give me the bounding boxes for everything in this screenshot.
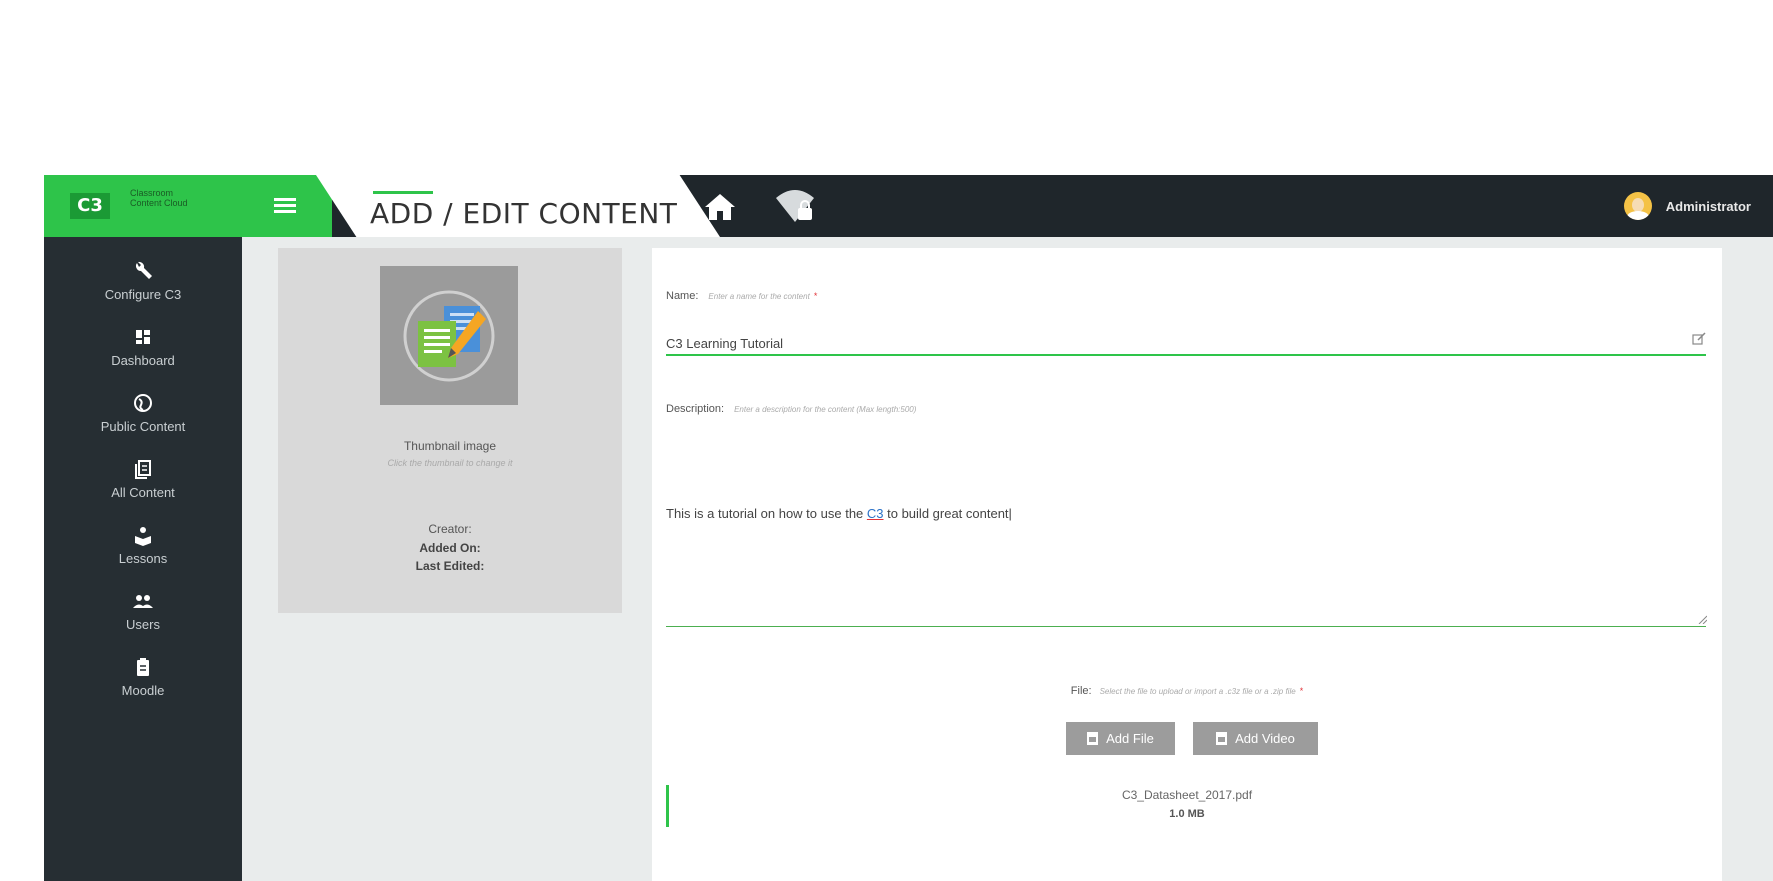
- last-edited-label: Last Edited:: [415, 559, 485, 573]
- app-window: C3 Classroom Content Cloud ADD / EDIT CO…: [44, 175, 1773, 881]
- document-edit-icon: [403, 290, 495, 382]
- c3-logo: C3: [70, 193, 110, 219]
- user-name: Administrator: [1665, 198, 1751, 214]
- users-icon: [133, 595, 153, 608]
- wifi-lock-icon[interactable]: [774, 188, 816, 224]
- sidebar-item-all-content[interactable]: All Content: [44, 457, 242, 519]
- description-label: Description:: [666, 403, 725, 415]
- brand[interactable]: C3 Classroom Content Cloud: [44, 175, 242, 237]
- resize-handle-icon[interactable]: [1697, 614, 1707, 624]
- thumbnail-card: Thumbnail image Click the thumbnail to c…: [278, 248, 622, 613]
- sidebar-item-label: Lessons: [118, 551, 168, 566]
- added-on-label: Added On:: [419, 541, 481, 555]
- thumbnail-image[interactable]: [380, 266, 518, 405]
- page-title: ADD / EDIT CONTENT: [370, 197, 678, 230]
- globe-icon: [134, 394, 152, 412]
- sidebar-item-users[interactable]: Users: [44, 589, 242, 651]
- clipboard-icon: [137, 658, 149, 676]
- file-hint: Select the file to upload or import a .c…: [1099, 687, 1296, 696]
- sidebar-item-configure[interactable]: Configure C3: [44, 259, 242, 321]
- library-icon: [135, 460, 151, 479]
- file-label-row: File: Select the file to upload or import…: [652, 685, 1722, 697]
- add-video-label: Add Video: [1235, 731, 1295, 746]
- content-form: Name:Enter a name for the content* Descr…: [652, 248, 1722, 881]
- creator-label: Creator:: [428, 522, 472, 536]
- name-label: Name:: [666, 290, 699, 302]
- page-title-tab: ADD / EDIT CONTENT: [316, 175, 720, 237]
- description-textarea[interactable]: This is a tutorial on how to use the C3 …: [666, 506, 1706, 627]
- required-mark: *: [1299, 686, 1304, 696]
- sidebar-item-moodle[interactable]: Moodle: [44, 655, 242, 717]
- required-mark: *: [813, 291, 818, 301]
- description-text-end: to build great content|: [883, 506, 1012, 521]
- sidebar-item-label: All Content: [111, 485, 175, 500]
- sidebar-item-lessons[interactable]: Lessons: [44, 523, 242, 585]
- add-file-label: Add File: [1106, 731, 1154, 746]
- edit-icon[interactable]: [1692, 332, 1706, 346]
- sidebar: Configure C3 Dashboard Public Content Al…: [44, 237, 242, 881]
- home-icon[interactable]: [704, 192, 736, 222]
- sidebar-item-dashboard[interactable]: Dashboard: [44, 325, 242, 387]
- lessons-icon: [135, 527, 151, 546]
- sidebar-item-public-content[interactable]: Public Content: [44, 391, 242, 453]
- add-file-button[interactable]: Add File: [1066, 722, 1175, 755]
- description-label-row: Description: Enter a description for the …: [666, 403, 916, 415]
- sidebar-item-label: Moodle: [121, 683, 165, 698]
- thumbnail-hint: Click the thumbnail to change it: [387, 458, 513, 468]
- description-c3-word: C3: [866, 506, 884, 521]
- description-text: This is a tutorial on how to use the: [666, 506, 867, 521]
- brand-text: Classroom Content Cloud: [130, 188, 188, 208]
- file-label: File:: [1070, 685, 1092, 697]
- uploaded-file-size: 1.0 MB: [1169, 808, 1205, 820]
- dashboard-icon: [136, 330, 150, 344]
- name-label-row: Name: Enter a name for the content *: [666, 290, 817, 302]
- video-file-icon: [1216, 732, 1228, 745]
- sidebar-item-label: Configure C3: [104, 287, 182, 302]
- sidebar-item-label: Public Content: [100, 419, 186, 434]
- hamburger-menu-icon[interactable]: [274, 195, 296, 217]
- name-hint: Enter a name for the content: [708, 292, 810, 301]
- add-video-button[interactable]: Add Video: [1193, 722, 1318, 755]
- avatar: [1623, 192, 1652, 220]
- title-accent-line: [373, 191, 433, 194]
- top-bar: C3 Classroom Content Cloud ADD / EDIT CO…: [44, 175, 1773, 237]
- thumbnail-title: Thumbnail image: [403, 439, 497, 453]
- sidebar-item-label: Dashboard: [111, 353, 175, 368]
- file-icon: [1087, 732, 1099, 745]
- uploaded-file-name[interactable]: C3_Datasheet_2017.pdf: [652, 788, 1722, 802]
- user-menu[interactable]: Administrator: [1623, 191, 1751, 221]
- description-hint: Enter a description for the content (Max…: [734, 405, 917, 414]
- sidebar-item-label: Users: [126, 617, 160, 632]
- name-input[interactable]: [666, 332, 1706, 356]
- wrench-icon: [136, 261, 152, 279]
